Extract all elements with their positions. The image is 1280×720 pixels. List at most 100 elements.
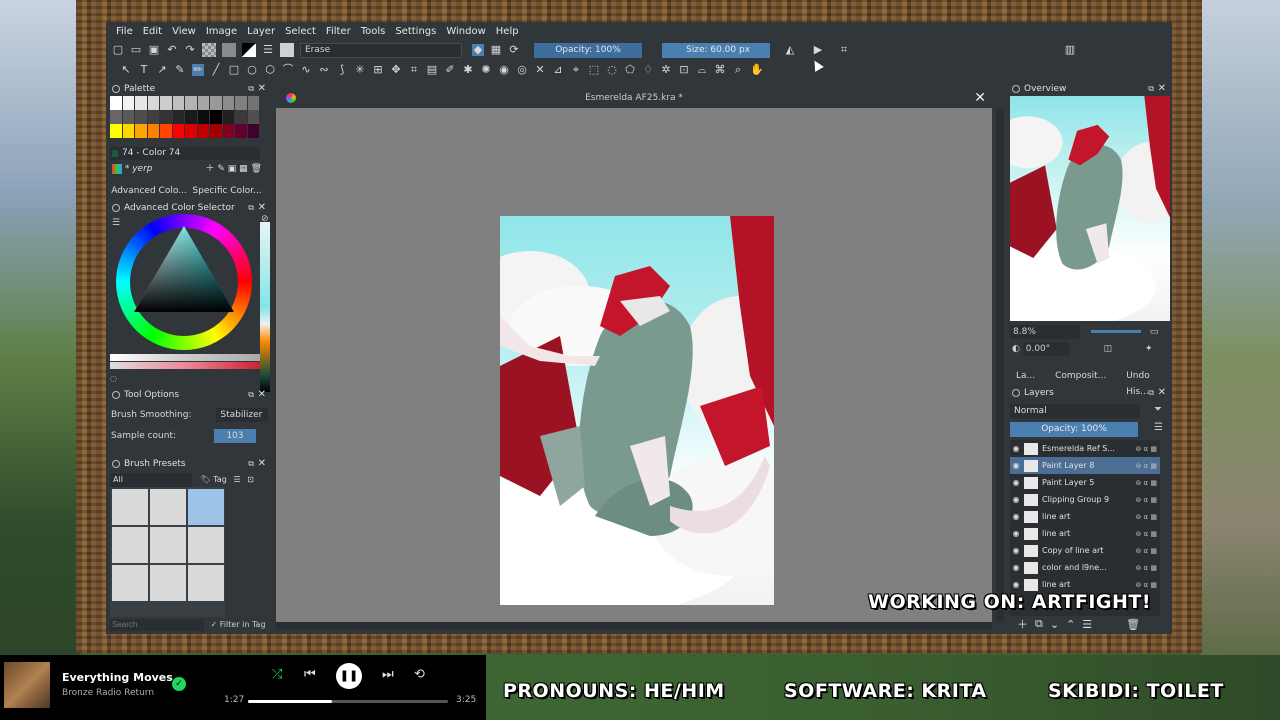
palette-swatch[interactable] [222, 110, 235, 124]
layer-props-icon[interactable]: ⊚ α ▦ [1135, 547, 1157, 555]
canvas-area[interactable] [276, 108, 992, 622]
layer-row[interactable]: ◉ Clipping Group 9 ⊚ α ▦ [1010, 491, 1160, 508]
current-color-field[interactable]: 74 - Color 74 [110, 147, 260, 160]
multibrush-icon[interactable]: ✳ [354, 64, 366, 76]
brush-preset-icon[interactable] [280, 43, 294, 57]
edit-shapes-icon[interactable]: ↗ [156, 64, 168, 76]
close-document-icon[interactable]: ✕ [974, 88, 986, 108]
palette-swatch[interactable] [185, 110, 198, 124]
tab-compositions[interactable]: Composit... [1049, 368, 1106, 384]
canvas-only-icon[interactable]: ▭ [1150, 327, 1159, 337]
tag-icon[interactable]: 🏷 [201, 475, 211, 484]
freehand-brush-icon[interactable]: ✏ [192, 64, 204, 76]
zoom-tool-icon[interactable]: ⌕ [732, 64, 744, 76]
layer-props-icon[interactable]: ⊚ α ▦ [1135, 479, 1157, 487]
calligraphy-icon[interactable]: ✎ [174, 64, 186, 76]
duplicate-layer-icon[interactable]: ⧉ [1035, 617, 1043, 631]
previous-icon[interactable]: ⏮ [304, 667, 316, 682]
progress-bar[interactable] [248, 700, 448, 703]
filter-in-tag-checkbox[interactable]: ✓ [211, 620, 218, 629]
transform-tool-icon[interactable]: ⊞ [372, 64, 384, 76]
assistant-tool-icon[interactable]: ✕ [534, 64, 546, 76]
palette-swatch[interactable] [197, 110, 210, 124]
rotation-input[interactable]: 0.00° [1022, 342, 1069, 356]
palette-swatch[interactable] [247, 110, 260, 124]
similar-select-icon[interactable]: ⊡ [678, 64, 690, 76]
zoom-slider[interactable] [1090, 330, 1141, 333]
palette-swatch[interactable] [110, 110, 123, 124]
rectangle-tool-icon[interactable]: □ [228, 64, 240, 76]
palette-swatch[interactable] [210, 110, 223, 124]
float-icon[interactable]: ⧉ [248, 201, 254, 215]
brush-preset-fill[interactable] [188, 565, 224, 601]
shade-bar[interactable] [110, 362, 260, 369]
close-icon[interactable]: ✕ [258, 388, 266, 402]
menu-layer[interactable]: Layer [247, 26, 275, 37]
crop-tool-icon[interactable]: ⌗ [408, 64, 420, 76]
document-tab[interactable]: Esmerelda AF25.kra * ✕ [276, 88, 992, 108]
color-picker-icon[interactable]: ✐ [444, 64, 456, 76]
sample-count-input[interactable]: 103 [213, 429, 256, 443]
brush-preset-marker[interactable] [150, 527, 186, 563]
freehand-path-icon[interactable]: ∾ [318, 64, 330, 76]
gradient-tool-icon[interactable]: ▤ [426, 64, 438, 76]
visibility-eye-icon[interactable]: ◉ [1010, 444, 1022, 453]
palette-swatch[interactable] [110, 96, 123, 110]
palette-swatch[interactable] [210, 124, 223, 138]
layer-props-icon[interactable]: ⊚ α ▦ [1135, 581, 1157, 589]
layer-row[interactable]: ◉ line art ⊚ α ▦ [1010, 508, 1160, 525]
layer-props-icon[interactable]: ⊚ α ▦ [1135, 513, 1157, 521]
blend-mode-select[interactable]: Erase [300, 42, 462, 58]
close-icon[interactable]: ✕ [1158, 82, 1166, 96]
menu-select[interactable]: Select [285, 26, 316, 37]
layer-row[interactable]: ◉ Esmerelda Ref S... ⊚ α ▦ [1010, 440, 1160, 457]
smart-patch-icon[interactable]: ✺ [480, 64, 492, 76]
palette-swatch[interactable] [160, 96, 173, 110]
freehand-select-icon[interactable]: ♢ [642, 64, 654, 76]
brush-search-input[interactable] [110, 618, 204, 631]
palette-swatch[interactable] [222, 124, 235, 138]
brush-preset-pen[interactable] [112, 565, 148, 601]
float-icon[interactable]: ⧉ [248, 82, 254, 96]
palette-swatch[interactable] [235, 110, 248, 124]
rect-select-icon[interactable]: ⬚ [588, 64, 600, 76]
tab-layers[interactable]: La... [1010, 368, 1035, 384]
lightness-bar[interactable] [110, 354, 260, 361]
measure-tool-icon[interactable]: ⊿ [552, 64, 564, 76]
zoom-select[interactable]: 8.8% [1010, 325, 1080, 339]
palette-swatch[interactable] [197, 124, 210, 138]
palette-swatch[interactable] [122, 96, 135, 110]
undo-icon[interactable]: ↶ [166, 44, 178, 56]
menu-view[interactable]: View [172, 26, 196, 37]
track-artist[interactable]: Bronze Radio Return [62, 688, 154, 698]
menu-window[interactable]: Window [446, 26, 485, 37]
save-icon[interactable]: ▣ [148, 44, 160, 56]
redo-icon[interactable]: ↷ [184, 44, 196, 56]
layer-row[interactable]: ◉ Paint Layer 8 ⊚ α ▦ [1010, 457, 1160, 474]
mirror-vertical-icon[interactable]: ▶ [812, 44, 824, 56]
layer-row[interactable]: ◉ color and l9ne... ⊚ α ▦ [1010, 559, 1160, 576]
palette-swatch[interactable] [135, 110, 148, 124]
artwork-canvas[interactable] [500, 216, 774, 605]
palette-swatch[interactable] [172, 110, 185, 124]
mirror-horizontal-icon[interactable]: ◭ [784, 44, 796, 56]
layer-props-icon[interactable]: ⊚ α ▦ [1135, 445, 1157, 453]
contiguous-select-icon[interactable]: ✲ [660, 64, 672, 76]
close-icon[interactable]: ✕ [258, 201, 266, 215]
menu-filter[interactable]: Filter [326, 26, 351, 37]
palette-swatch[interactable] [172, 124, 185, 138]
palette-swatch[interactable] [247, 96, 260, 110]
save-icon[interactable]: ▣ [228, 164, 237, 174]
layer-props-icon[interactable]: ⊚ α ▦ [1135, 496, 1157, 504]
tab-undo-history[interactable]: Undo His... [1120, 368, 1156, 397]
repeat-icon[interactable]: ⟲ [414, 667, 425, 682]
shuffle-icon[interactable]: ⤮ [272, 667, 282, 682]
tag-select[interactable]: Tag [213, 475, 227, 484]
palette-swatch[interactable] [185, 96, 198, 110]
reset-icon[interactable]: ◌ [110, 374, 117, 383]
visibility-eye-icon[interactable]: ◉ [1010, 529, 1022, 538]
visibility-eye-icon[interactable]: ◉ [1010, 461, 1022, 470]
layer-props-icon[interactable]: ⊚ α ▦ [1135, 530, 1157, 538]
layer-props-icon[interactable]: ⊚ α ▦ [1135, 564, 1157, 572]
bezier-select-icon[interactable]: ⌓ [696, 64, 708, 76]
